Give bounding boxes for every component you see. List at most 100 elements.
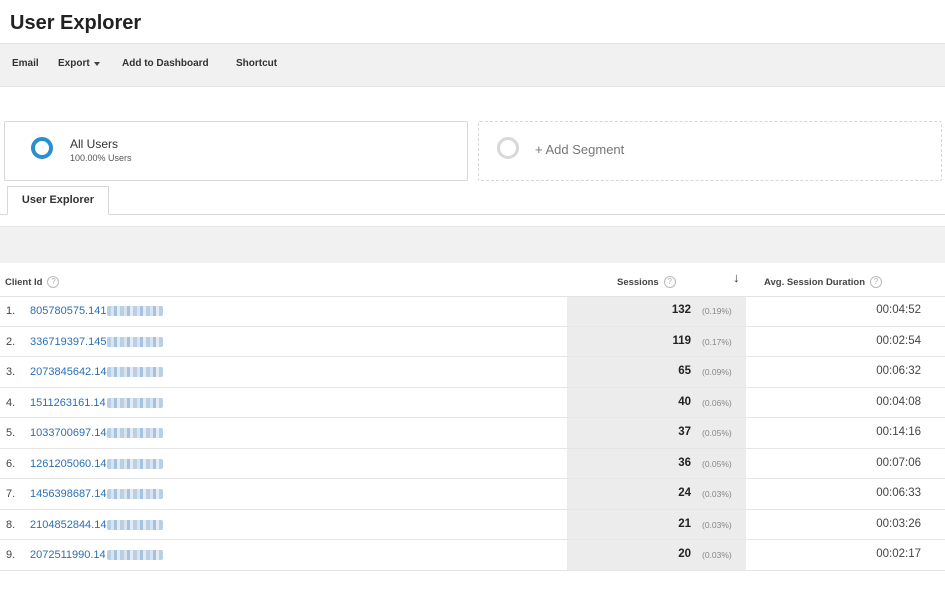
- header-sessions-label: Sessions: [617, 276, 659, 288]
- row-number: 9.: [6, 549, 16, 561]
- row-number: 4.: [6, 396, 16, 409]
- sessions-value: 20: [678, 548, 691, 560]
- redacted-blur: [106, 397, 163, 408]
- row-number: 8.: [6, 518, 16, 531]
- avg-duration-value: 00:14:16: [876, 426, 921, 438]
- sessions-percent: (0.05%): [702, 458, 732, 469]
- sessions-percent: (0.05%): [702, 428, 732, 438]
- row-number: 5.: [6, 427, 16, 439]
- avg-duration-value: 00:06:33: [876, 487, 921, 499]
- chevron-down-icon: [93, 62, 100, 66]
- shortcut-button[interactable]: Shortcut: [236, 58, 277, 69]
- avg-duration-value: 00:03:26: [876, 517, 921, 530]
- table-header: Client Id ? Sessions ? Avg. Session Dura…: [0, 264, 945, 297]
- sort-descending-arrow-icon[interactable]: ↓: [733, 270, 740, 285]
- avg-duration-value: 00:04:08: [876, 395, 921, 408]
- help-icon[interactable]: ?: [47, 276, 60, 288]
- client-id-text: 2072511990.14: [30, 549, 106, 561]
- client-id-link[interactable]: 2104852844.14: [30, 518, 164, 531]
- redacted-blur: [106, 550, 163, 560]
- table-row: 9. 2072511990.14 20 (0.03%) 00:02:17: [0, 540, 945, 571]
- header-avg-duration-label: Avg. Session Duration: [764, 276, 865, 288]
- add-segment-label: + Add Segment: [535, 142, 625, 157]
- redacted-blur: [107, 489, 164, 499]
- sessions-percent: (0.03%): [702, 550, 732, 560]
- tab-user-explorer[interactable]: User Explorer: [7, 186, 109, 215]
- header-client-id-label: Client Id: [5, 276, 43, 288]
- add-segment-button[interactable]: + Add Segment: [478, 121, 942, 181]
- table-row: 2. 336719397.145 119 (0.17%) 00:02:54: [0, 327, 945, 357]
- redacted-blur: [107, 306, 164, 316]
- client-id-link[interactable]: 1511263161.14: [30, 397, 163, 409]
- sessions-percent: (0.17%): [702, 336, 732, 347]
- client-id-link[interactable]: 336719397.145: [30, 335, 164, 348]
- sessions-value: 37: [678, 426, 691, 438]
- sessions-percent: (0.09%): [702, 367, 732, 377]
- redacted-blur: [107, 458, 164, 469]
- client-id-text: 1033700697.14: [30, 427, 107, 439]
- sessions-percent: (0.19%): [702, 306, 732, 316]
- segment-ring-icon: [31, 137, 53, 159]
- row-number: 2.: [6, 335, 16, 348]
- table-row: 7. 1456398687.14 24 (0.03%) 00:06:33: [0, 479, 945, 510]
- client-id-link[interactable]: 1456398687.14: [30, 488, 164, 500]
- avg-duration-value: 00:07:06: [876, 456, 921, 469]
- sessions-percent: (0.03%): [702, 519, 732, 530]
- email-button[interactable]: Email: [12, 58, 39, 69]
- client-id-text: 336719397.145: [30, 335, 107, 348]
- header-avg-session-duration[interactable]: Avg. Session Duration ?: [764, 276, 882, 288]
- redacted-blur: [107, 367, 164, 377]
- row-number: 6.: [6, 457, 16, 470]
- client-id-text: 2073845642.14: [30, 366, 107, 378]
- table-body: 1. 805780575.141 132 (0.19%) 00:04:52 2.…: [0, 296, 945, 571]
- page-title: User Explorer: [10, 12, 142, 34]
- sessions-value: 65: [678, 365, 691, 377]
- row-number: 3.: [6, 366, 16, 378]
- table-toolbar-band: [0, 226, 945, 263]
- table-row: 3. 2073845642.14 65 (0.09%) 00:06:32: [0, 357, 945, 388]
- help-icon[interactable]: ?: [663, 276, 676, 288]
- sessions-value: 119: [672, 334, 691, 347]
- sessions-percent: (0.03%): [702, 489, 732, 499]
- client-id-link[interactable]: 2072511990.14: [30, 549, 163, 561]
- row-number: 1.: [6, 305, 16, 317]
- avg-duration-value: 00:02:17: [876, 548, 921, 560]
- header-sessions[interactable]: Sessions ?: [617, 276, 676, 288]
- sessions-value: 132: [671, 304, 691, 316]
- export-button[interactable]: Export: [58, 58, 100, 69]
- empty-segment-ring-icon: [497, 137, 519, 159]
- table-row: 1. 805780575.141 132 (0.19%) 00:04:52: [0, 296, 945, 327]
- avg-duration-value: 00:04:52: [876, 304, 921, 316]
- segment-all-users[interactable]: All Users 100.00% Users: [4, 121, 468, 181]
- client-id-text: 1456398687.14: [30, 488, 107, 500]
- sessions-value: 40: [678, 395, 691, 408]
- table-row: 8. 2104852844.14 21 (0.03%) 00:03:26: [0, 510, 945, 540]
- client-id-link[interactable]: 2073845642.14: [30, 366, 164, 378]
- client-id-link[interactable]: 1033700697.14: [30, 427, 164, 439]
- header-client-id[interactable]: Client Id ?: [5, 276, 60, 288]
- avg-duration-value: 00:06:32: [876, 365, 921, 377]
- client-id-link[interactable]: 805780575.141: [30, 305, 164, 317]
- add-to-dashboard-button[interactable]: Add to Dashboard: [122, 58, 209, 69]
- table-row: 5. 1033700697.14 37 (0.05%) 00:14:16: [0, 418, 945, 449]
- table-row: 4. 1511263161.14 40 (0.06%) 00:04:08: [0, 388, 945, 418]
- toolbar: Email Export Add to Dashboard Shortcut: [0, 43, 945, 87]
- tab-divider: [0, 214, 945, 215]
- segment-subtitle: 100.00% Users: [70, 153, 132, 163]
- sessions-percent: (0.06%): [702, 397, 732, 408]
- avg-duration-value: 00:02:54: [876, 334, 921, 347]
- row-number: 7.: [6, 488, 16, 500]
- client-id-text: 805780575.141: [30, 305, 107, 317]
- redacted-blur: [107, 336, 164, 347]
- segment-title: All Users: [70, 137, 119, 151]
- client-id-text: 2104852844.14: [30, 518, 107, 531]
- sessions-value: 24: [678, 487, 691, 499]
- client-id-text: 1511263161.14: [30, 396, 106, 409]
- export-label: Export: [58, 58, 90, 69]
- client-id-text: 1261205060.14: [30, 457, 107, 470]
- sessions-value: 36: [678, 456, 691, 469]
- redacted-blur: [107, 428, 164, 438]
- help-icon[interactable]: ?: [870, 276, 882, 288]
- client-id-link[interactable]: 1261205060.14: [30, 457, 164, 470]
- table-row: 6. 1261205060.14 36 (0.05%) 00:07:06: [0, 449, 945, 479]
